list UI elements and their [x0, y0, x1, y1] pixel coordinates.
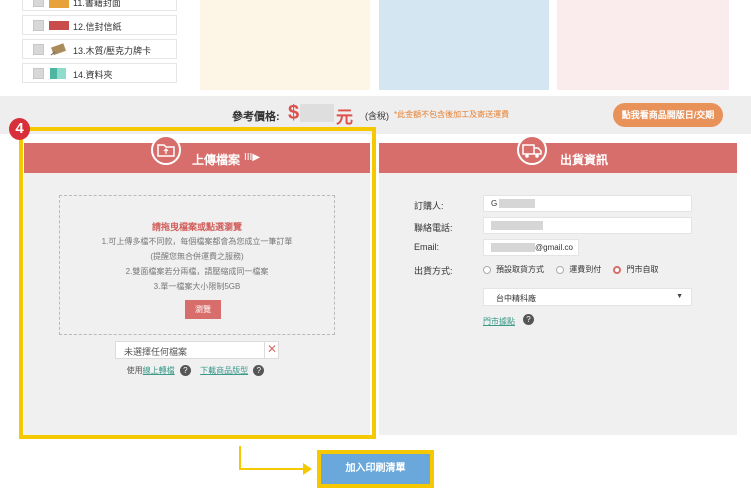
store-select-value: 台中精科廠: [496, 294, 536, 303]
product-label: 13.木質/壓克力牌卡: [73, 46, 152, 56]
card-icon: [49, 43, 69, 56]
help-prefix: 使用: [126, 366, 143, 375]
option-panel-3: [557, 0, 729, 90]
delivery-truck-icon: [517, 135, 547, 165]
drop-zone-note-1: 1.可上傳多檔不同款，每個檔案都會為您成立一筆訂單: [101, 237, 293, 246]
product-checkbox[interactable]: [33, 44, 44, 55]
step-number-badge: 4: [9, 118, 30, 140]
drop-zone-title: 請拖曳檔案或點選瀏覽: [151, 222, 242, 232]
flow-connector-line: [239, 446, 241, 470]
product-item-14[interactable]: 14.資料夾: [22, 63, 177, 83]
upload-header: 上傳檔案 III▶: [24, 135, 370, 173]
store-locations-link[interactable]: 門市據點: [483, 316, 515, 327]
orderer-value: G: [491, 199, 498, 208]
method-label: 運費到付: [569, 265, 602, 274]
product-options-area: 11.書籍封面 12.信封信紙 13.木質/壓克力牌卡 14.資料夾: [0, 0, 751, 96]
price-currency: $: [288, 102, 300, 124]
file-drop-zone[interactable]: 請拖曳檔案或點選瀏覽 1.可上傳多檔不同款，每個檔案都會為您成立一筆訂單 (提醒…: [59, 195, 335, 335]
redacted-text: [499, 199, 536, 209]
file-name-placeholder: 未選擇任何檔案: [124, 347, 188, 357]
folder-icon: [49, 67, 69, 80]
price-unit: 元: [336, 108, 353, 127]
upload-title: 上傳檔案: [192, 153, 241, 167]
help-icon[interactable]: ?: [253, 365, 265, 377]
product-checkbox[interactable]: [33, 20, 44, 31]
drop-zone-note-3: 2.雙面檔案若分兩檔，請壓縮成同一檔案: [125, 267, 269, 276]
option-panel-1: [200, 0, 370, 90]
price-value-redacted: [300, 104, 334, 122]
shipping-method-label: 出貨方式:: [414, 266, 453, 276]
clear-file-icon[interactable]: ✕: [264, 342, 279, 358]
add-to-print-list-button[interactable]: 加入印刷清單: [321, 454, 430, 484]
view-production-dates-button[interactable]: 點我看商品開版日/交期: [613, 103, 723, 127]
shipping-method-options: 預設取貨方式 運費到付 門市自取: [483, 264, 668, 275]
product-checkbox[interactable]: [33, 0, 44, 7]
arrow-right-icon: III▶: [244, 152, 261, 163]
product-item-12[interactable]: 12.信封信紙: [22, 15, 177, 35]
envelope-icon: [49, 21, 69, 30]
book-cover-icon: [49, 0, 69, 8]
arrow-right-icon: [303, 463, 312, 475]
option-panel-2: [379, 0, 549, 90]
method-option-cod[interactable]: 運費到付: [556, 265, 601, 274]
chevron-down-icon: ▼: [676, 293, 683, 300]
help-icon[interactable]: ?: [523, 314, 534, 325]
price-tax-note: (含稅): [365, 111, 389, 121]
phone-label: 聯絡電話:: [414, 223, 453, 233]
shipping-header: 出貨資訊: [379, 135, 737, 173]
email-input[interactable]: @gmail.co: [483, 239, 579, 256]
phone-input[interactable]: [483, 217, 692, 234]
product-label: 14.資料夾: [73, 70, 113, 80]
method-label: 門市自取: [626, 265, 659, 274]
product-label: 12.信封信紙: [73, 22, 122, 32]
price-label: 參考價格:: [232, 111, 280, 123]
shipping-title: 出貨資訊: [560, 153, 609, 167]
shipping-section: 出貨資訊 訂購人: G 聯絡電話: Email: @gmail.co 出貨方式:…: [379, 135, 737, 435]
redacted-text: [491, 221, 543, 231]
redacted-text: [491, 243, 535, 253]
method-option-pickup[interactable]: 門市自取: [613, 265, 658, 274]
radio-button-selected[interactable]: [613, 265, 622, 274]
email-label: Email:: [414, 242, 440, 252]
method-label: 預設取貨方式: [496, 265, 544, 274]
download-template-link[interactable]: 下載商品版型: [200, 366, 248, 375]
flow-connector-line: [239, 468, 307, 470]
help-icon[interactable]: ?: [179, 365, 191, 377]
product-checkbox[interactable]: [33, 68, 44, 79]
orderer-label: 訂購人:: [414, 201, 444, 211]
upload-section: 上傳檔案 III▶ 請拖曳檔案或點選瀏覽 1.可上傳多檔不同款，每個檔案都會為您…: [24, 135, 370, 435]
browse-button[interactable]: 瀏覽: [185, 300, 221, 319]
email-value: @gmail.co: [535, 243, 573, 252]
orderer-input[interactable]: G: [483, 195, 692, 212]
drop-zone-note-4: 3.單一檔案大小限制5GB: [153, 282, 241, 291]
store-select[interactable]: 台中精科廠 ▼: [483, 288, 692, 306]
file-name-field: 未選擇任何檔案 ✕: [115, 341, 279, 359]
product-item-11[interactable]: 11.書籍封面: [22, 0, 177, 11]
method-option-default[interactable]: 預設取貨方式: [483, 265, 544, 274]
upload-folder-icon: [151, 135, 181, 165]
product-label: 11.書籍封面: [73, 0, 121, 8]
online-convert-link[interactable]: 線上轉檔: [143, 366, 175, 375]
drop-zone-note-2: (提醒您無合併運費之服務): [150, 252, 244, 261]
product-list: 11.書籍封面 12.信封信紙 13.木質/壓克力牌卡 14.資料夾: [22, 0, 177, 92]
product-item-13[interactable]: 13.木質/壓克力牌卡: [22, 39, 177, 59]
radio-button[interactable]: [483, 265, 491, 274]
price-disclaimer: *此金額不包含後加工及寄送運費: [394, 110, 510, 119]
upload-help-links: 使用線上轉檔 ? 下載商品版型 ?: [24, 365, 370, 377]
radio-button[interactable]: [556, 265, 565, 274]
